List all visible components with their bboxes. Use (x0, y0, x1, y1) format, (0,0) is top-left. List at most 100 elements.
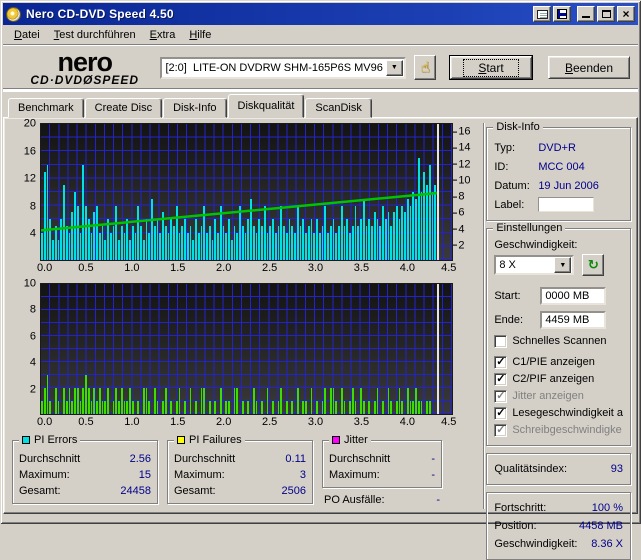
axis-tick-label: 3.5 (353, 416, 370, 428)
bar (340, 388, 343, 414)
axis-tick-label: 4 (458, 223, 465, 236)
pi-failures-y-axis-left: 10 8 6 4 2 (8, 278, 40, 415)
checkbox-row[interactable]: ✓ C2/PIF anzeigen (494, 371, 623, 387)
checkbox[interactable]: ✓ (494, 389, 508, 403)
start-position-field[interactable]: 0000 MB (540, 287, 607, 305)
speed-value-row: Geschwindigkeit: 8.36 X (494, 538, 623, 550)
checkbox[interactable]: ✓ (494, 423, 508, 437)
maximize-button[interactable] (597, 6, 615, 22)
checkbox[interactable] (494, 334, 508, 348)
pi-errors-chart: 20 16 12 8 4 16 14 12 10 8 6 4 2 0.0 0.5 1.0 1.5 2.0 2.5… (8, 118, 479, 276)
disk-label-field[interactable] (538, 197, 595, 212)
checkbox-row[interactable]: ✓ Jitter anzeigen (494, 388, 623, 404)
bar (219, 388, 222, 414)
checkbox-row[interactable]: Schnelles Scannen (494, 333, 623, 349)
axis-tick-label: 1.0 (124, 416, 140, 428)
checkbox-row[interactable]: ✓ Lesegeschwindigkeit a (494, 405, 623, 421)
checkbox-label: C1/PIE anzeigen (512, 356, 595, 368)
toolbar: nero CD·DVDØSPEED [2:0] LITE-ON DVDRW SH… (3, 46, 638, 92)
bar (57, 401, 60, 414)
checkbox[interactable]: ✓ (494, 355, 508, 369)
axis-tick-label: 2.0 (216, 416, 232, 428)
axis-tick-label: 2 (458, 239, 465, 252)
tab-benchmark[interactable]: Benchmark (8, 98, 84, 118)
titlebar-save-button[interactable] (553, 6, 571, 22)
axis-tick-label: 2.5 (261, 416, 278, 428)
axis-tick-label: 16 (458, 125, 471, 138)
stat-row: Maximum: 15 (19, 469, 151, 481)
checkbox[interactable]: ✓ (494, 372, 508, 386)
checkbox-label: Jitter anzeigen (512, 390, 584, 402)
bar (184, 401, 186, 414)
speed-select[interactable]: 8 X ▼ (494, 255, 575, 275)
bar (162, 401, 164, 414)
start-position-row: Start: 0000 MB (494, 284, 623, 308)
menu-test-durchfuehren[interactable]: Test durchführen (47, 27, 143, 43)
bar (68, 388, 71, 414)
axis-tick-label: 2 (29, 383, 36, 396)
menubar: Datei Test durchführen Extra Hilfe (3, 25, 638, 46)
checkbox-row[interactable]: ✓ C1/PIE anzeigen (494, 354, 623, 370)
axis-tick-label: 1.5 (170, 262, 186, 274)
start-button[interactable]: Start (449, 55, 533, 80)
bar (409, 401, 412, 414)
menu-hilfe[interactable]: Hilfe (182, 27, 218, 43)
bar (208, 401, 211, 414)
tab-scandisk[interactable]: ScanDisk (305, 98, 372, 118)
menu-datei[interactable]: Datei (7, 27, 47, 43)
tabstrip: Benchmark Create Disc Disk-Info Diskqual… (3, 92, 638, 118)
quit-button[interactable]: Beenden (548, 56, 630, 79)
bar (93, 388, 95, 414)
disk-label-row: Label: (494, 195, 623, 214)
tab-diskqualitaet[interactable]: Diskqualität (227, 94, 305, 118)
bar (145, 388, 148, 414)
settings-title: Einstellungen (493, 222, 566, 234)
checkbox-row[interactable]: ✓ Schreibgeschwindigke (494, 422, 623, 438)
bar (156, 401, 159, 414)
bar (376, 388, 379, 414)
eject-button[interactable]: ☝ (413, 55, 436, 80)
titlebar-chart-button[interactable] (533, 6, 551, 22)
maximize-icon (601, 10, 611, 18)
po-failures-value: - (436, 494, 440, 506)
close-button[interactable]: × (617, 6, 635, 22)
axis-tick-label: 4.5 (441, 262, 457, 274)
bar (316, 401, 318, 414)
bar (343, 401, 346, 414)
bar (49, 401, 51, 414)
pi-failures-legend-swatch (177, 436, 185, 444)
pi-failures-stats-title: PI Failures (189, 434, 242, 446)
speed-select-dropdown-button[interactable]: ▼ (554, 257, 572, 273)
drive-select-dropdown-button[interactable]: ▼ (385, 59, 403, 76)
minimize-button[interactable] (577, 6, 595, 22)
axis-tick-label: 3.5 (353, 262, 370, 274)
tab-create-disc[interactable]: Create Disc (84, 98, 163, 118)
menu-extra[interactable]: Extra (143, 27, 183, 43)
bar (398, 388, 401, 414)
refresh-button[interactable]: ↻ (582, 254, 605, 276)
bar (118, 401, 120, 414)
speed-label: Geschwindigkeit: (494, 239, 578, 251)
bar (90, 401, 93, 414)
bar (148, 401, 150, 414)
bar (203, 388, 205, 414)
bar (335, 401, 337, 414)
bar (112, 401, 115, 414)
bar (296, 388, 299, 414)
jitter-legend-swatch (332, 436, 340, 444)
bar (252, 388, 255, 414)
bar (225, 401, 227, 414)
quality-index-value: 93 (610, 463, 623, 475)
end-position-field[interactable]: 4459 MB (540, 311, 607, 329)
bar (76, 388, 79, 414)
bar (406, 388, 409, 414)
bar (310, 388, 313, 414)
jitter-stats-box: Jitter Durchschnitt - Maximum: - (322, 434, 442, 488)
tab-disk-info[interactable]: Disk-Info (163, 98, 227, 118)
drive-select[interactable]: [2:0] LITE-ON DVDRW SHM-165P6S MV96 ▼ (160, 56, 406, 79)
axis-tick-label: 2.0 (216, 262, 232, 274)
jitter-stats-column: Jitter Durchschnitt - Maximum: - PO Ausfäl… (322, 434, 442, 506)
checkbox[interactable]: ✓ (494, 406, 508, 420)
hand-icon: ☝ (420, 58, 430, 76)
bar (417, 401, 420, 414)
